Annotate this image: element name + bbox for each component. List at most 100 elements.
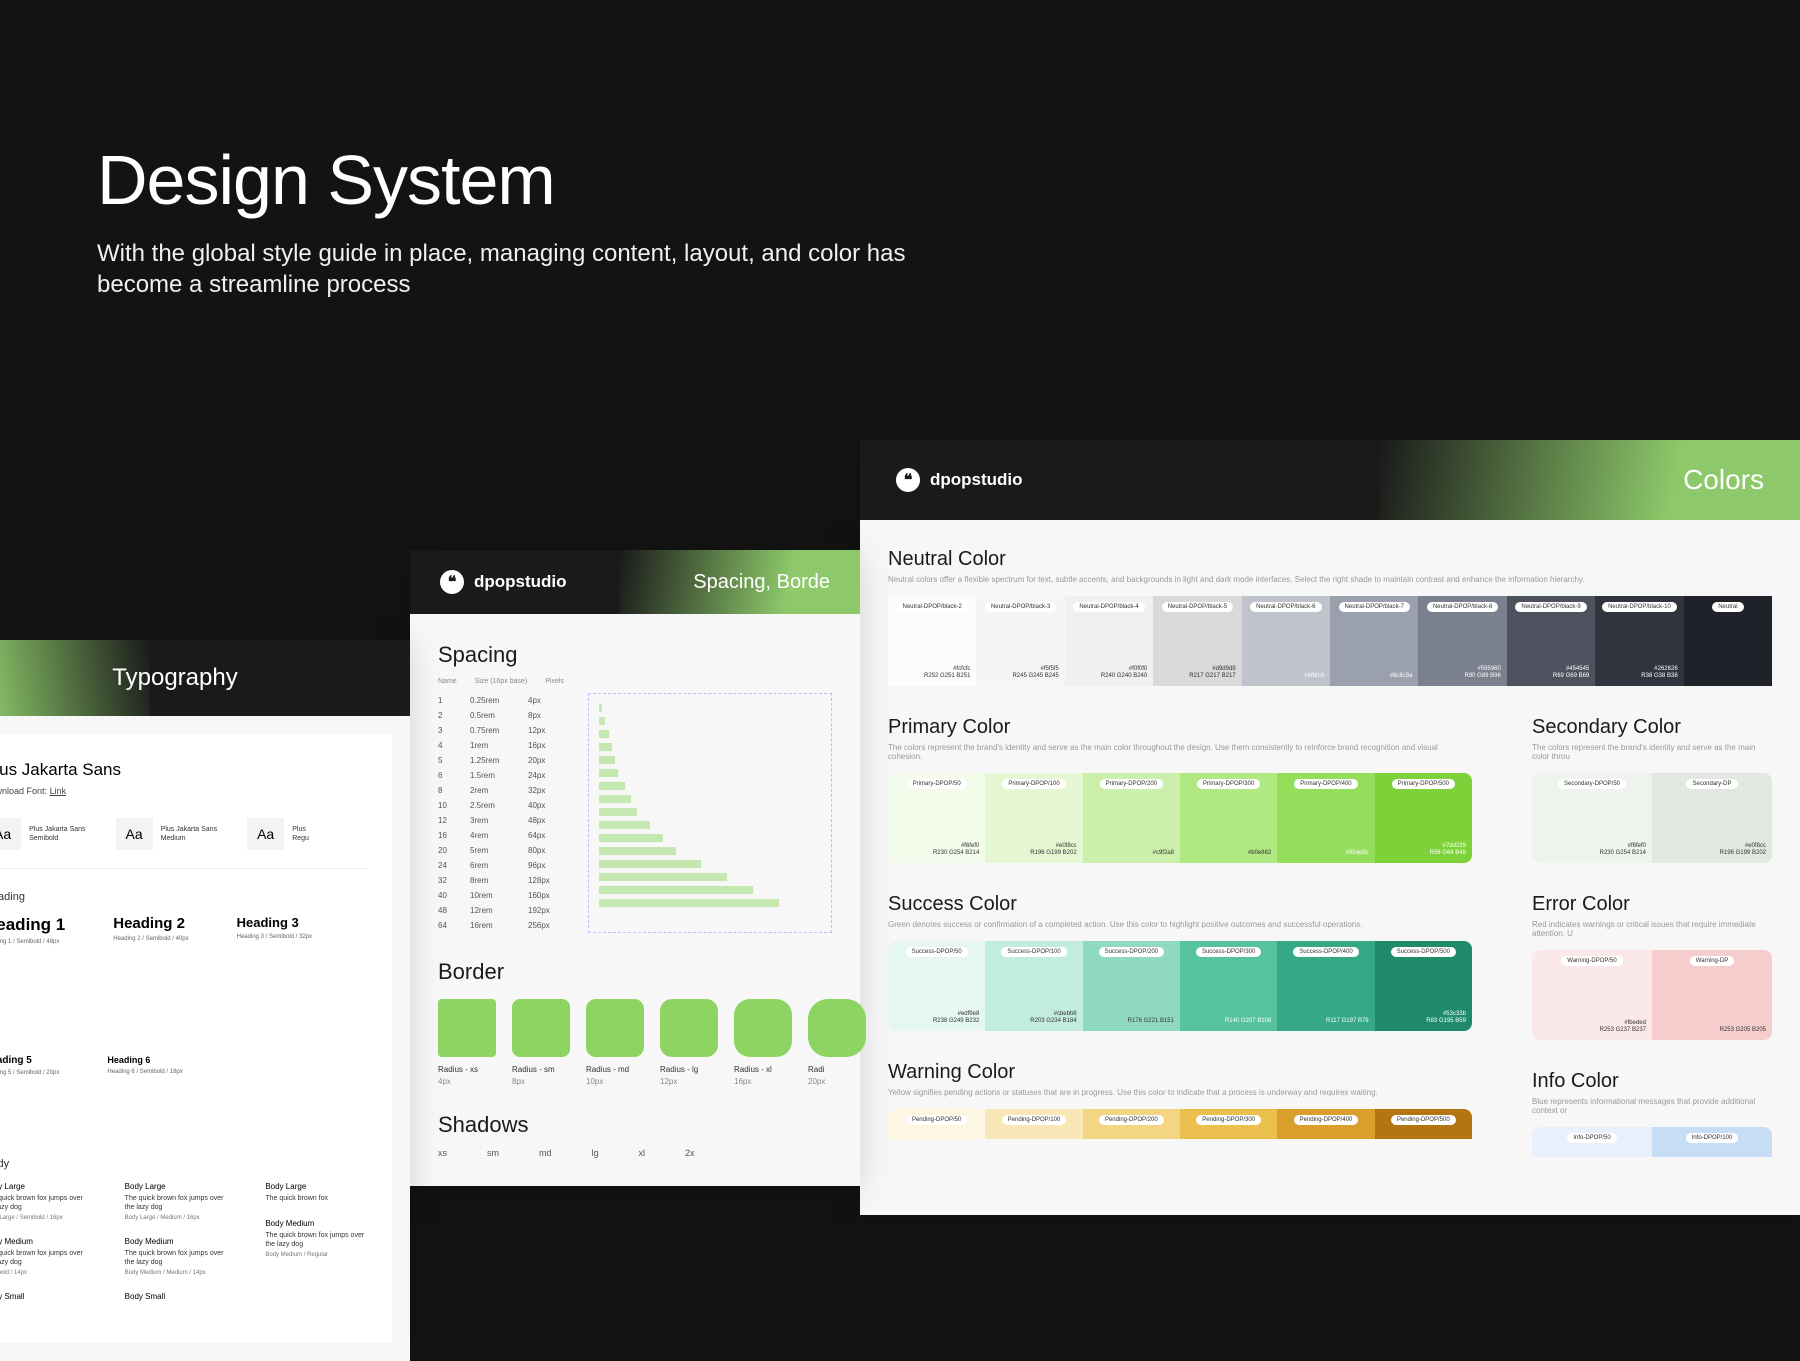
- brand-logo: ❝ dpopstudio: [440, 570, 567, 594]
- shadow-label: xl: [639, 1148, 646, 1158]
- body-sample: Body LargeThe quick brown fox jumps over…: [125, 1182, 226, 1221]
- color-swatch: Pending-DPOP/50: [888, 1109, 985, 1139]
- color-swatch: Neutral: [1684, 596, 1772, 686]
- colors-panel: ❝ dpopstudio Colors Neutral Color Neutra…: [860, 440, 1800, 1215]
- border-item: Radius - md10px: [586, 999, 644, 1086]
- spacing-row: 82rem32px: [438, 783, 558, 798]
- spacing-row: 246rem96px: [438, 858, 558, 873]
- spacing-row: 10.25rem4px: [438, 693, 558, 708]
- color-swatch: Success-DPOP/50#edf9e8R238 G249 B232: [888, 941, 985, 1031]
- color-swatch: Neutral-DPOP/black-4#f0f0f0R240 G240 B24…: [1065, 596, 1153, 686]
- panel-header: ❝ dpopstudio Spacing, Borde: [410, 550, 860, 614]
- font-name: Plus Jakarta Sans: [0, 760, 366, 780]
- border-item: Radius - sm8px: [512, 999, 570, 1086]
- spacing-row: 6416rem256px: [438, 918, 558, 933]
- color-swatch: Neutral-DPOP/black-5#d9d9d9R217 G217 B21…: [1153, 596, 1241, 686]
- warning-section: Warning Color Yellow signifies pending a…: [888, 1061, 1472, 1139]
- spacing-row: 123rem48px: [438, 813, 558, 828]
- color-swatch: Success-DPOP/400R117 G197 B79: [1277, 941, 1374, 1031]
- body-sample: Body MediumThe quick brown fox jumps ove…: [125, 1237, 226, 1276]
- color-swatch: Primary-DPOP/500#7dd239R56 G64 B48: [1375, 773, 1472, 863]
- body-sample: Body Small: [125, 1292, 226, 1301]
- color-swatch: Success-DPOP/100#cbebb8R203 G234 B184: [985, 941, 1082, 1031]
- color-swatch: Info-DPOP/100: [1652, 1127, 1772, 1157]
- spacing-row: 61.5rem24px: [438, 768, 558, 783]
- color-swatch: Neutral-DPOP/black-7#8c8c9a: [1330, 596, 1418, 686]
- color-swatch: Pending-DPOP/100: [985, 1109, 1082, 1139]
- color-swatch: Primary-DPOP/200#c9f2a8: [1083, 773, 1180, 863]
- spacing-row: 102.5rem40px: [438, 798, 558, 813]
- border-item: Radius - xl16px: [734, 999, 792, 1086]
- font-sample: AaPlusRegu: [247, 818, 309, 850]
- spacing-preview: [588, 693, 832, 933]
- success-section: Success Color Green denotes success or c…: [888, 893, 1472, 1031]
- border-item: Radi20px: [808, 999, 866, 1086]
- error-section: Error Color Red indicates warnings or cr…: [1532, 893, 1772, 1040]
- color-swatch: Success-DPOP/500#53c33bR83 G195 B59: [1375, 941, 1472, 1031]
- font-download: Download Font: Link: [0, 786, 366, 796]
- body-sample: Body MediumThe quick brown fox jumps ove…: [265, 1219, 366, 1258]
- font-sample: AaPlus Jakarta SansMedium: [116, 818, 218, 850]
- panel-title: Spacing, Borde: [693, 571, 830, 594]
- body-sample: Body Small: [0, 1292, 85, 1301]
- color-swatch: Pending-DPOP/200: [1083, 1109, 1180, 1139]
- spacing-row: 164rem64px: [438, 828, 558, 843]
- spacing-columns: Name Size (16px base) Pixels: [438, 678, 832, 685]
- color-swatch: Info-DPOP/50: [1532, 1127, 1652, 1157]
- primary-section: Primary Color The colors represent the b…: [888, 716, 1472, 863]
- body-sample: Body MediumThe quick brown fox jumps ove…: [0, 1237, 85, 1276]
- spacing-row: 41rem16px: [438, 738, 558, 753]
- shadow-label: lg: [592, 1148, 599, 1158]
- hero: Design System With the global style guid…: [0, 0, 1800, 300]
- color-swatch: Primary-DPOP/100#e0f8ccR196 G199 B202: [985, 773, 1082, 863]
- spacing-row: 4010rem160px: [438, 888, 558, 903]
- shadow-label: xs: [438, 1148, 447, 1158]
- color-swatch: Pending-DPOP/400: [1277, 1109, 1374, 1139]
- color-swatch: Warning-DPOP/50#fbededR253 G237 B237: [1532, 950, 1652, 1040]
- shadow-label: sm: [487, 1148, 499, 1158]
- spacing-row: 205rem80px: [438, 843, 558, 858]
- color-swatch: Pending-DPOP/500: [1375, 1109, 1472, 1139]
- secondary-section: Secondary Color The colors represent the…: [1532, 716, 1772, 863]
- color-swatch: Neutral-DPOP/black-10#262626R38 G38 B38: [1595, 596, 1683, 686]
- color-swatch: Pending-DPOP/300: [1180, 1109, 1277, 1139]
- spacing-row: 328rem128px: [438, 873, 558, 888]
- color-swatch: Neutral-DPOP/black-3#f5f5f5R245 G245 B24…: [976, 596, 1064, 686]
- shadow-label: 2x: [685, 1148, 695, 1158]
- spacing-row: 4812rem192px: [438, 903, 558, 918]
- spacing-row: 30.75rem12px: [438, 723, 558, 738]
- spacing-panel: ❝ dpopstudio Spacing, Borde Spacing Name…: [410, 550, 860, 1186]
- color-swatch: Primary-DPOP/300#b0e882: [1180, 773, 1277, 863]
- color-swatch: Neutral-DPOP/black-8#595960R90 G89 B96: [1418, 596, 1506, 686]
- typography-panel: Typography o Plus Jakarta Sans Download …: [0, 640, 410, 1361]
- font-sample: AaPlus Jakarta SansSemibold: [0, 818, 86, 850]
- border-item: Radius - lg12px: [660, 999, 718, 1086]
- quote-icon: ❝: [440, 570, 464, 594]
- quote-icon: ❝: [896, 468, 920, 492]
- brand-logo: ❝ dpopstudio: [896, 468, 1023, 492]
- panel-title: Colors: [1683, 464, 1764, 496]
- spacing-row: 20.5rem8px: [438, 708, 558, 723]
- info-section: Info Color Blue represents informational…: [1532, 1070, 1772, 1157]
- heading-sample: Heading 1Heading 1 / Semibold / 48px: [0, 915, 65, 945]
- color-swatch: Success-DPOP/300R140 G207 B108: [1180, 941, 1277, 1031]
- color-swatch: Neutral-DPOP/black-2#fcfcfcR252 G251 B25…: [888, 596, 976, 686]
- color-swatch: Neutral-DPOP/black-9#454545R69 G69 B69: [1507, 596, 1595, 686]
- panel-header: ❝ dpopstudio Colors: [860, 440, 1800, 520]
- color-swatch: Secondary-DP#e0f8ccR196 G199 B202: [1652, 773, 1772, 863]
- heading-sample: Heading 6Heading 6 / Semibold / 18px: [107, 1055, 182, 1076]
- download-link[interactable]: Link: [50, 786, 67, 796]
- color-swatch: Primary-DPOP/50#f6fef0R230 G254 B214: [888, 773, 985, 863]
- hero-subtitle: With the global style guide in place, ma…: [97, 238, 957, 300]
- shadow-label: md: [539, 1148, 552, 1158]
- border-item: Radius - xs4px: [438, 999, 496, 1086]
- color-swatch: Success-DPOP/200R176 G221 B151: [1083, 941, 1180, 1031]
- panel-title: Typography: [112, 664, 237, 692]
- heading-sample: Heading 5Heading 5 / Semibold / 20px: [0, 1055, 59, 1076]
- panel-header: Typography o: [0, 640, 410, 716]
- color-swatch: Primary-DPOP/400#95de5c: [1277, 773, 1374, 863]
- color-swatch: Warning-DPR253 G205 B205: [1652, 950, 1772, 1040]
- color-swatch: Secondary-DPOP/50#f6fef0R230 G254 B214: [1532, 773, 1652, 863]
- spacing-row: 51.25rem20px: [438, 753, 558, 768]
- body-sample: Body LargeThe quick brown fox jumps over…: [0, 1182, 85, 1221]
